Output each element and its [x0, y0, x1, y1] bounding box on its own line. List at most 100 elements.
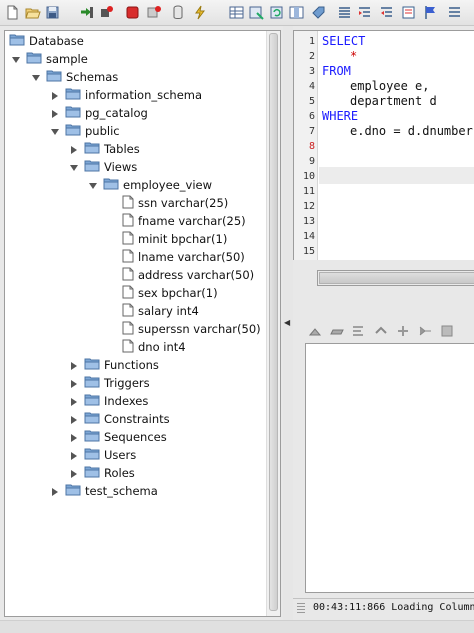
lightning-icon[interactable]: [192, 4, 209, 21]
tree-node[interactable]: Functions: [69, 356, 159, 374]
line-number: 12: [302, 201, 315, 212]
list-icon[interactable]: [446, 4, 463, 21]
column-doc-icon: [122, 231, 134, 248]
tree-node-label: Roles: [104, 466, 135, 480]
line-number: 7: [308, 126, 315, 137]
collapsed-arrow-icon[interactable]: [69, 360, 79, 370]
tree-node[interactable]: sample: [11, 50, 88, 68]
collapse-arrow-icon[interactable]: ◀: [284, 318, 290, 327]
folder-icon: [46, 69, 62, 85]
expanded-arrow-icon[interactable]: [50, 126, 60, 136]
connect-icon[interactable]: [78, 4, 95, 21]
tree-node[interactable]: Database: [9, 32, 84, 50]
expanded-arrow-icon[interactable]: [88, 180, 98, 190]
tree-node[interactable]: employee_view: [88, 176, 212, 194]
open-folder-icon[interactable]: [24, 4, 41, 21]
tree-node-label: ssn varchar(25): [138, 196, 229, 210]
split-divider[interactable]: [283, 26, 293, 633]
status-text: 00:43:11:866 Loading Columns: [313, 602, 474, 613]
tree-node[interactable]: Users: [69, 446, 136, 464]
save-icon[interactable]: [44, 4, 61, 21]
editor-horizontal-scrollbar[interactable]: [317, 270, 474, 286]
collapsed-arrow-icon[interactable]: [50, 108, 60, 118]
line-number: 8: [308, 141, 315, 152]
results-action-6-icon[interactable]: [417, 323, 433, 343]
tree-column-node[interactable]: sex bpchar(1): [122, 284, 218, 302]
bookmark-icon[interactable]: [400, 4, 417, 21]
grid-icon[interactable]: [228, 4, 245, 21]
folder-icon: [84, 375, 100, 391]
results-action-4-icon[interactable]: [373, 323, 389, 343]
tree-node-label: address varchar(50): [138, 268, 255, 282]
tree-column-node[interactable]: fname varchar(25): [122, 212, 246, 230]
format-icon[interactable]: [336, 4, 353, 21]
tree-node[interactable]: Sequences: [69, 428, 167, 446]
results-panel[interactable]: [305, 343, 474, 593]
expanded-arrow-icon[interactable]: [31, 72, 41, 82]
results-action-1-icon[interactable]: [307, 323, 323, 343]
table-icon[interactable]: [248, 4, 265, 21]
disconnect-icon[interactable]: [98, 4, 115, 21]
tree-vertical-scrollbar[interactable]: [266, 31, 280, 616]
tree-node[interactable]: public: [50, 122, 120, 140]
tree-node-label: Sequences: [104, 430, 167, 444]
tree-node[interactable]: Roles: [69, 464, 135, 482]
tree-node[interactable]: Constraints: [69, 410, 170, 428]
database-icon[interactable]: [146, 4, 163, 21]
expanded-arrow-icon[interactable]: [11, 54, 21, 64]
tree-column-node[interactable]: dno int4: [122, 338, 186, 356]
tag-icon[interactable]: [310, 4, 327, 21]
results-action-2-icon[interactable]: [329, 323, 345, 343]
column-doc-icon: [122, 321, 134, 338]
sql-editor[interactable]: 1 2 3 4 5 6 7 8 9 10 11 12 13 14 15 SELECT * FROM empl…: [293, 30, 474, 260]
tree-node[interactable]: Tables: [69, 140, 140, 158]
folder-icon: [84, 447, 100, 463]
tree-node[interactable]: information_schema: [50, 86, 202, 104]
tree-column-node[interactable]: superssn varchar(50): [122, 320, 261, 338]
tree-column-node[interactable]: ssn varchar(25): [122, 194, 228, 212]
folder-icon: [84, 411, 100, 427]
tree-node[interactable]: Indexes: [69, 392, 148, 410]
indent-icon[interactable]: [356, 4, 373, 21]
tree-node[interactable]: Schemas: [31, 68, 118, 86]
expanded-arrow-icon[interactable]: [69, 162, 79, 172]
refresh-icon[interactable]: [268, 4, 285, 21]
code-line-5: department d: [350, 94, 437, 108]
column-doc-icon: [122, 339, 134, 356]
cylinder-icon[interactable]: [170, 4, 187, 21]
line-number: 14: [302, 231, 315, 242]
results-action-5-icon[interactable]: [395, 323, 411, 343]
tree-node[interactable]: pg_catalog: [50, 104, 148, 122]
outdent-icon[interactable]: [378, 4, 395, 21]
collapsed-arrow-icon[interactable]: [69, 432, 79, 442]
tree-node-label: Indexes: [104, 394, 149, 408]
collapsed-arrow-icon[interactable]: [69, 468, 79, 478]
tree-scroll-thumb[interactable]: [269, 33, 278, 611]
editor-scroll-thumb[interactable]: [319, 272, 474, 284]
collapsed-arrow-icon[interactable]: [69, 378, 79, 388]
tree-column-node[interactable]: address varchar(50): [122, 266, 254, 284]
collapsed-arrow-icon[interactable]: [50, 90, 60, 100]
tree-column-node[interactable]: salary int4: [122, 302, 199, 320]
line-number: 10: [302, 171, 315, 182]
collapsed-arrow-icon[interactable]: [50, 486, 60, 496]
tree-column-node[interactable]: lname varchar(50): [122, 248, 245, 266]
tree-node[interactable]: Views: [69, 158, 137, 176]
line-number: 13: [302, 216, 315, 227]
collapsed-arrow-icon[interactable]: [69, 450, 79, 460]
tree-node[interactable]: Triggers: [69, 374, 150, 392]
tree-column-node[interactable]: minit bpchar(1): [122, 230, 227, 248]
stop-icon[interactable]: [124, 4, 141, 21]
collapsed-arrow-icon[interactable]: [69, 414, 79, 424]
collapsed-arrow-icon[interactable]: [69, 396, 79, 406]
results-action-3-icon[interactable]: [351, 323, 367, 343]
flag-icon[interactable]: [422, 4, 439, 21]
app-window: Database sample Schemas information_schema p…: [0, 0, 474, 633]
new-file-icon[interactable]: [4, 4, 21, 21]
database-tree[interactable]: Database sample Schemas information_schema p…: [4, 30, 281, 617]
collapsed-arrow-icon[interactable]: [69, 144, 79, 154]
results-action-7-icon[interactable]: [439, 323, 455, 343]
column-icon[interactable]: [288, 4, 305, 21]
tree-node[interactable]: test_schema: [50, 482, 158, 500]
code-line-3: FROM: [322, 64, 351, 78]
